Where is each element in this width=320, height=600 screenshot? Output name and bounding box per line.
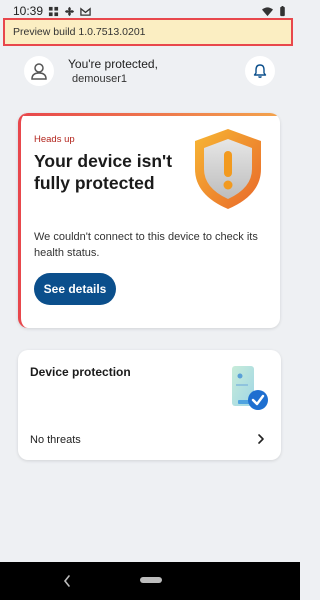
alert-label: Heads up	[34, 134, 75, 145]
device-check-icon	[228, 364, 272, 412]
wifi-icon	[262, 6, 273, 17]
alert-card[interactable]: Heads up Your device isn't fully protect…	[18, 113, 280, 328]
grid-icon	[48, 6, 59, 17]
person-icon	[31, 63, 47, 80]
username: demouser1	[72, 73, 128, 85]
alert-accent-line	[21, 113, 280, 116]
avatar[interactable]	[24, 56, 54, 86]
back-icon[interactable]	[62, 574, 72, 588]
battery-icon	[277, 5, 288, 17]
home-pill[interactable]	[140, 577, 162, 583]
system-navigation-bar	[0, 562, 300, 600]
header: You're protected, demouser1	[0, 52, 300, 92]
device-protection-card[interactable]: Device protection No threats	[18, 350, 281, 460]
fan-icon	[64, 6, 75, 17]
status-right	[262, 5, 288, 17]
alert-description: We couldn't connect to this device to ch…	[34, 231, 258, 259]
gmail-icon	[80, 6, 91, 17]
chevron-right-icon[interactable]	[255, 432, 267, 444]
see-details-button[interactable]: See details	[34, 273, 116, 305]
alert-title: Your device isn't fully protected	[34, 151, 173, 193]
protection-status-text: You're protected,	[68, 57, 158, 71]
status-left: 10:39	[13, 4, 91, 18]
status-time: 10:39	[13, 4, 44, 18]
preview-build-text: Preview build 1.0.7513.0201	[13, 26, 146, 38]
bell-icon	[253, 64, 267, 78]
warning-shield-icon	[189, 125, 267, 213]
protection-status: No threats	[30, 434, 81, 446]
notifications-button[interactable]	[245, 56, 275, 86]
preview-build-banner: Preview build 1.0.7513.0201	[3, 18, 293, 46]
device-protection-title: Device protection	[30, 365, 131, 379]
